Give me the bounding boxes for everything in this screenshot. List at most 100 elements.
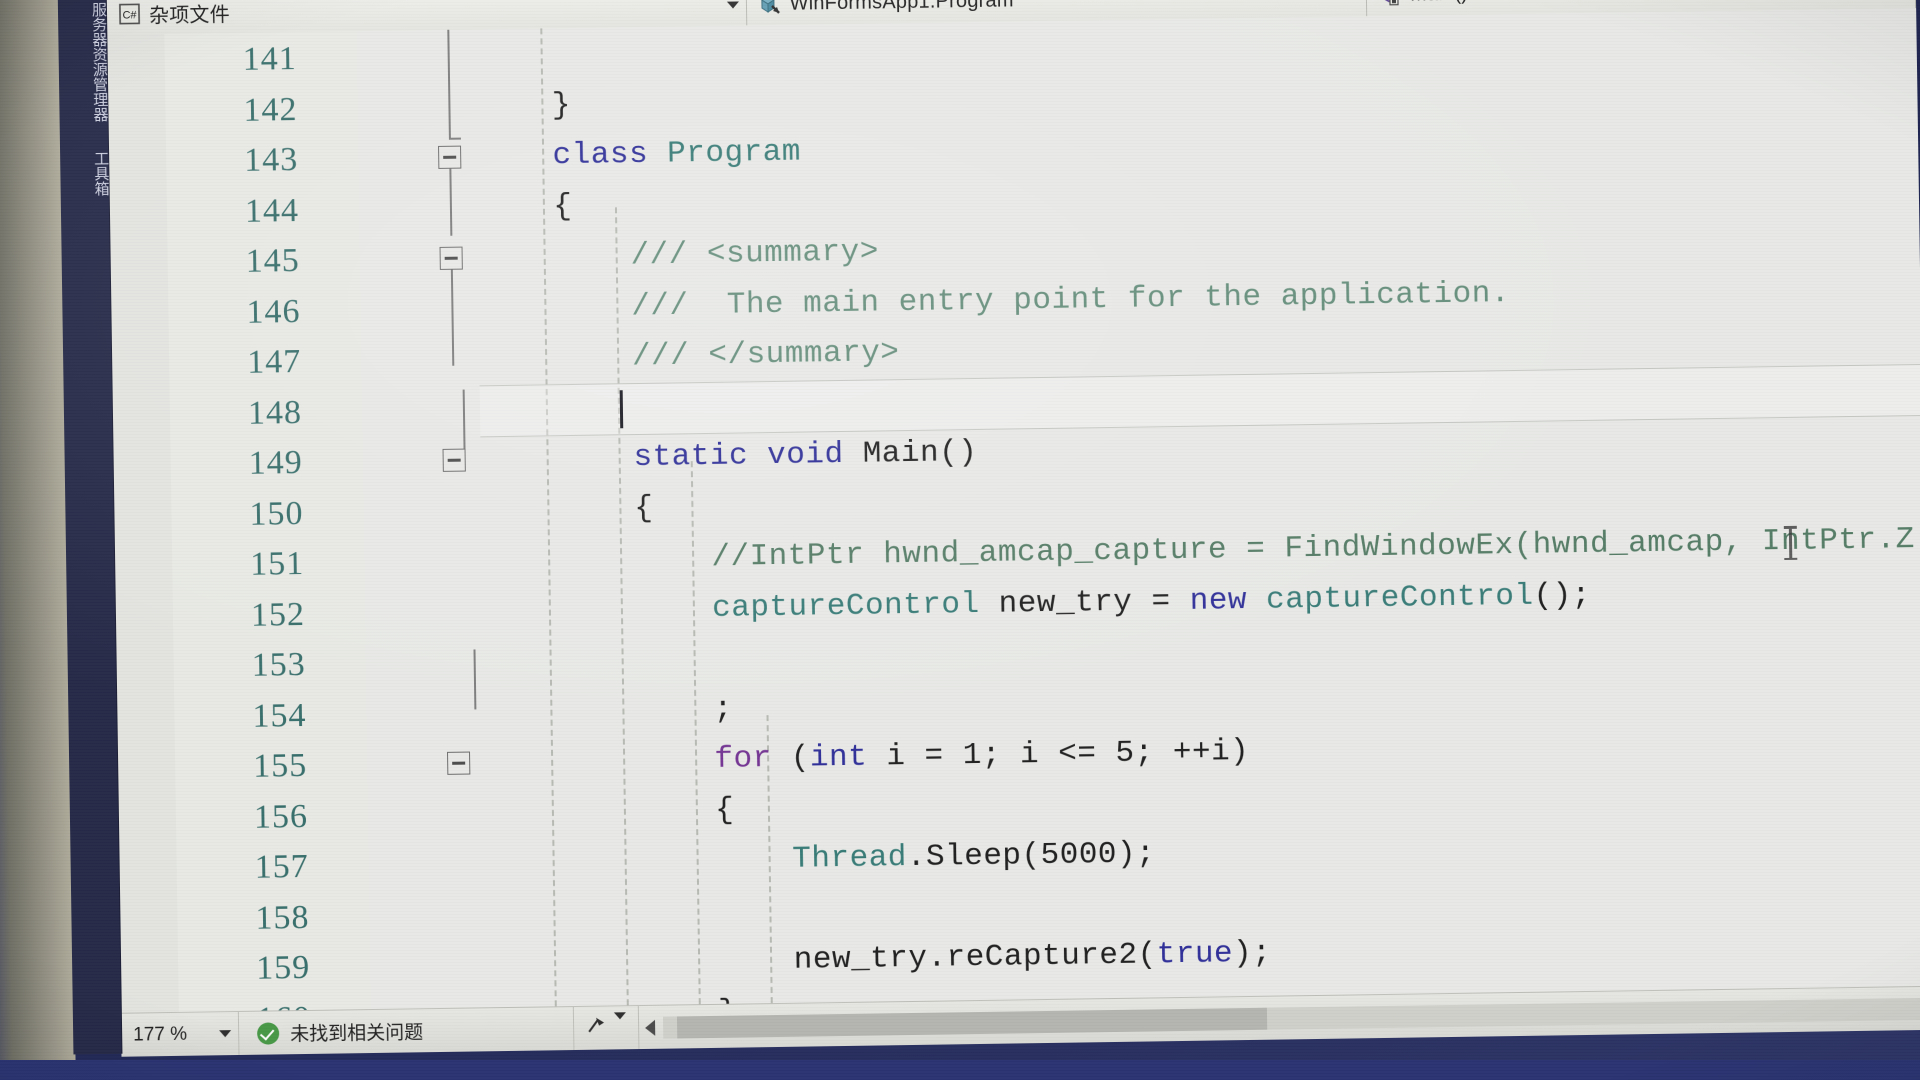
sidebar-item-label: 服务器资源管理器 xyxy=(89,1,109,123)
code-token: /// The main entry point for the applica… xyxy=(478,275,1511,326)
code-token: class xyxy=(552,136,649,174)
code-token: </summary> xyxy=(708,335,900,373)
split-view-button[interactable] xyxy=(572,1006,640,1051)
chevron-down-icon[interactable] xyxy=(212,1030,238,1038)
code-line-text: /// <summary> xyxy=(477,227,879,283)
code-token: captureControl xyxy=(1265,578,1534,618)
issue-status[interactable]: 未找到相关问题 xyxy=(239,1009,424,1055)
line-number: 142 xyxy=(243,90,298,129)
type-dropdown-label: WinFormsApp1.Program xyxy=(789,0,1014,15)
code-token: /// xyxy=(477,236,708,276)
line-number: 145 xyxy=(245,242,300,280)
code-token: ); xyxy=(1232,935,1272,972)
screen-photo: 服务器资源管理器 工具箱 C# 杂项文件 WinFormsApp1.Progra… xyxy=(0,0,1920,1080)
fold-collapse-icon[interactable] xyxy=(438,145,462,169)
code-token: { xyxy=(485,792,735,831)
sidebar-item-toolbox[interactable]: 工具箱 xyxy=(59,112,110,235)
horizontal-scrollbar-thumb[interactable] xyxy=(676,1007,1268,1038)
line-number: 149 xyxy=(248,443,303,482)
line-number: 150 xyxy=(249,494,304,533)
code-token: (); xyxy=(1533,577,1592,614)
line-number: 151 xyxy=(249,544,305,583)
code-token: new xyxy=(1189,582,1248,619)
code-token: { xyxy=(476,188,573,225)
ide-window: 服务器资源管理器 工具箱 C# 杂项文件 WinFormsApp1.Progra… xyxy=(0,0,1920,1080)
code-token: i = 1; i <= 5; ++i) xyxy=(866,733,1250,775)
line-number: 153 xyxy=(251,645,306,684)
code-line-text xyxy=(480,385,481,435)
line-number: 146 xyxy=(246,292,301,331)
line-number: 155 xyxy=(252,746,308,785)
line-number: 157 xyxy=(254,847,309,886)
chevron-down-icon[interactable] xyxy=(613,1011,627,1037)
line-number: 147 xyxy=(246,342,302,381)
code-line-text: { xyxy=(481,483,654,536)
ok-check-icon xyxy=(257,1021,280,1045)
chevron-down-icon[interactable] xyxy=(720,1,746,9)
text-caret xyxy=(619,389,623,428)
line-number: 144 xyxy=(244,191,300,230)
code-token: { xyxy=(481,490,654,528)
file-dropdown-label: 杂项文件 xyxy=(148,4,231,28)
line-number: 159 xyxy=(255,948,311,987)
code-token: true xyxy=(1156,936,1234,973)
line-number: 141 xyxy=(242,40,297,78)
class-icon xyxy=(758,0,780,16)
code-token: for xyxy=(714,741,772,777)
method-private-icon xyxy=(1379,0,1401,6)
code-token: new_try.reCapture2( xyxy=(487,937,1157,983)
code-token: static void xyxy=(633,436,844,476)
code-token: int xyxy=(809,739,868,776)
fold-collapse-icon[interactable] xyxy=(447,751,471,775)
svg-text:C#: C# xyxy=(122,9,137,21)
line-number: 158 xyxy=(255,898,310,937)
line-number: 152 xyxy=(250,595,306,634)
issue-status-label: 未找到相关问题 xyxy=(290,1022,424,1046)
code-token: Program xyxy=(666,134,802,172)
code-token: Main() xyxy=(843,434,978,472)
code-line-text xyxy=(483,637,484,687)
line-number: 143 xyxy=(243,141,299,179)
code-line-text: { xyxy=(477,181,573,233)
code-line-text: } xyxy=(475,80,572,132)
zoom-level-dropdown[interactable]: 177 % xyxy=(120,1011,240,1057)
zoom-level-value: 177 % xyxy=(133,1023,188,1046)
scroll-left-arrow-icon[interactable] xyxy=(645,1019,656,1036)
horizontal-scrollbar[interactable] xyxy=(662,997,1920,1039)
code-line-text: { xyxy=(486,785,735,839)
code-token: captureControl xyxy=(711,586,980,626)
code-token: .Sleep(5000); xyxy=(906,836,1156,876)
fold-collapse-icon[interactable] xyxy=(442,448,466,472)
code-line-text: static void Main() xyxy=(480,428,977,486)
mouse-ibeam-cursor xyxy=(1788,525,1793,560)
code-line-text xyxy=(474,31,475,81)
line-number: 154 xyxy=(252,696,307,735)
windows-taskbar xyxy=(0,1060,1920,1080)
code-token: ( xyxy=(771,740,811,777)
code-editor[interactable]: 141 142 } 143 class Program 144 {145 /// <s… xyxy=(106,7,1920,1013)
code-token: new_try = xyxy=(979,583,1190,622)
line-number: 148 xyxy=(247,393,303,432)
fold-collapse-icon[interactable] xyxy=(439,246,463,270)
code-line-text xyxy=(487,890,488,940)
code-token: /// xyxy=(478,337,709,377)
member-dropdown-label: Main() xyxy=(1410,0,1889,7)
ide-client-area: C# 杂项文件 WinFormsApp1.Program 141 142} 1… xyxy=(105,0,1920,1057)
code-line-text: class Program xyxy=(476,128,801,183)
code-token: Thread xyxy=(792,840,908,877)
csharp-file-icon: C# xyxy=(118,3,140,25)
code-token: } xyxy=(475,87,572,124)
code-token: <summary> xyxy=(706,234,880,272)
code-token: ; xyxy=(484,691,734,730)
line-number: 156 xyxy=(253,797,309,836)
sidebar-item-label: 工具箱 xyxy=(92,150,110,196)
code-line-text: /// </summary> xyxy=(479,328,900,385)
split-view-icon xyxy=(586,1016,608,1041)
